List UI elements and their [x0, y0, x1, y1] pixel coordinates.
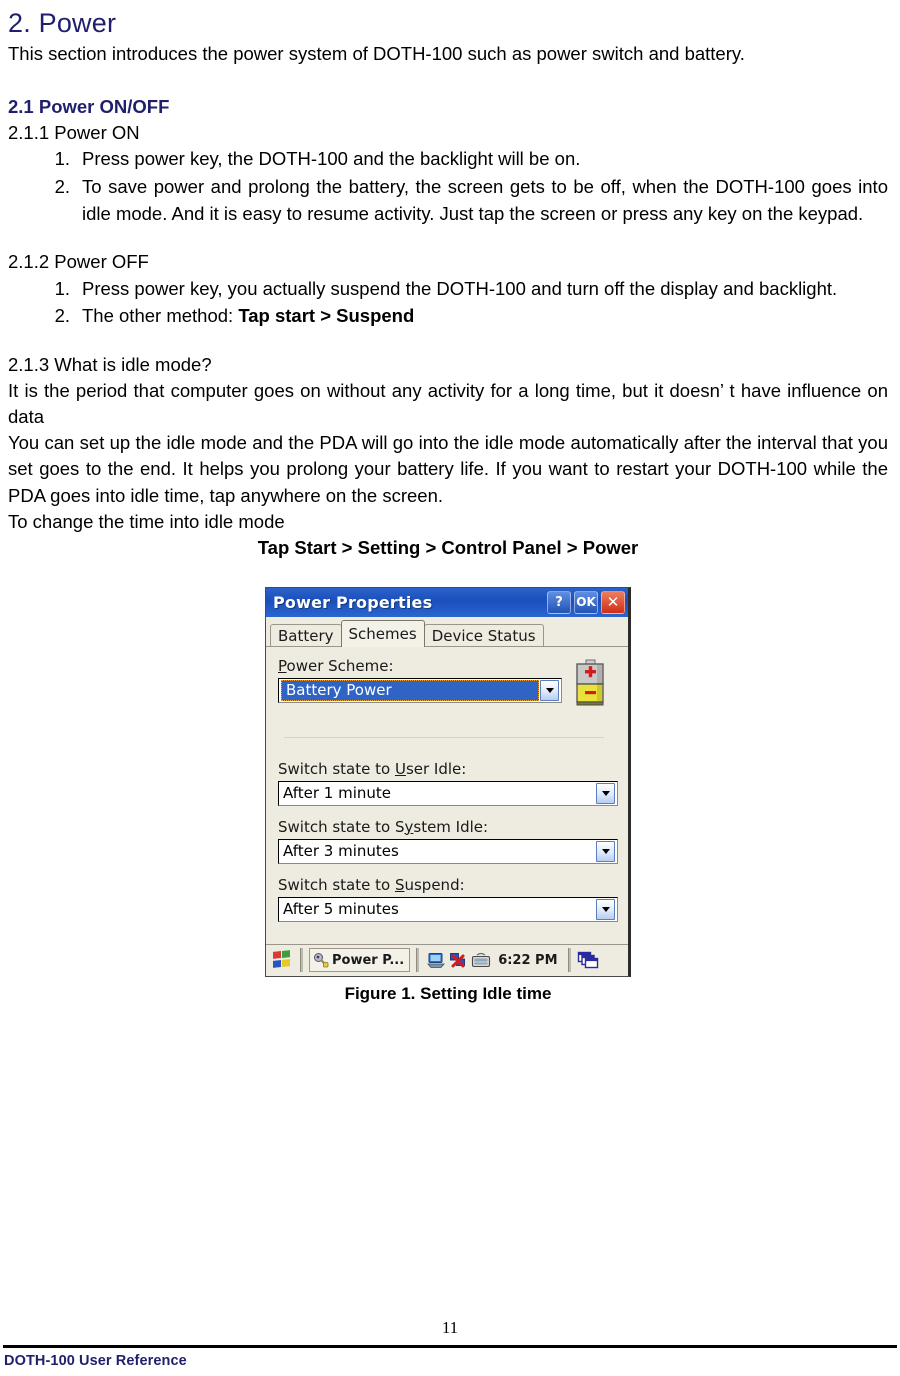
taskbar-clock[interactable]: 6:22 PM — [494, 953, 561, 968]
section-heading-power-onoff: 2.1 Power ON/OFF — [8, 95, 170, 117]
battery-icon — [562, 657, 618, 707]
power-off-list: Press power key, you actually suspend th… — [8, 276, 888, 330]
power-scheme-row: Power Scheme: Battery Power — [278, 657, 618, 707]
dialog-title-bar: Power Properties ? OK ✕ — [266, 587, 628, 617]
tab-schemes[interactable]: Schemes — [340, 619, 425, 647]
label-post: ower Scheme: — [286, 656, 394, 675]
power-scheme-combobox[interactable]: Battery Power — [278, 677, 562, 703]
page-title: 2. Power — [8, 8, 117, 38]
taskbar-divider — [567, 948, 571, 973]
suspend-value: After 5 minutes — [283, 900, 399, 919]
list-item: To save power and prolong the battery, t… — [42, 174, 888, 224]
taskbar-divider — [416, 948, 420, 973]
system-idle-combobox[interactable]: After 3 minutes — [278, 838, 618, 864]
taskbar-divider — [300, 948, 303, 973]
idle-mode-paragraph-2: You can set up the idle mode and the PDA… — [8, 432, 888, 506]
subsection-heading-power-on: 2.1.1 Power ON — [8, 121, 140, 143]
label-pre: Switch state to — [278, 875, 395, 894]
start-button[interactable] — [270, 948, 294, 972]
chevron-down-icon[interactable] — [596, 782, 615, 804]
footer-rule — [3, 1345, 897, 1348]
list-item-emphasis: Tap start > Suspend — [238, 305, 415, 327]
document-page: 2. Power This section introduces the pow… — [0, 0, 900, 1376]
label-post: stem Idle: — [413, 817, 489, 836]
figure-block: Power Properties ? OK ✕ Battery Schemes … — [8, 586, 888, 1004]
tab-strip: Battery Schemes Device Status — [266, 616, 628, 647]
section-divider — [284, 736, 604, 738]
dialog-title: Power Properties — [273, 592, 433, 612]
tab-battery[interactable]: Battery — [270, 623, 342, 647]
label-pre: Switch state to S — [278, 817, 405, 836]
user-idle-value: After 1 minute — [283, 784, 392, 803]
keyboard-sip-icon[interactable] — [471, 952, 491, 969]
chevron-down-icon[interactable] — [540, 679, 559, 701]
power-scheme-value: Battery Power — [281, 679, 539, 701]
power-properties-dialog: Power Properties ? OK ✕ Battery Schemes … — [265, 586, 631, 977]
system-tray: 6:22 PM — [425, 952, 561, 969]
subsection-heading-idle-mode: 2.1.3 What is idle mode? — [8, 353, 212, 375]
network-disconnected-icon[interactable] — [449, 952, 468, 969]
tab-panel-schemes: Power Scheme: Battery Power Switch state… — [266, 645, 628, 944]
label-post: ser Idle: — [405, 759, 467, 778]
user-idle-block: Switch state to User Idle: After 1 minut… — [278, 760, 618, 806]
system-idle-block: Switch state to System Idle: After 3 min… — [278, 818, 618, 864]
suspend-block: Switch state to Suspend: After 5 minutes — [278, 876, 618, 922]
tab-device-status[interactable]: Device Status — [423, 623, 544, 647]
label-post: uspend: — [404, 875, 465, 894]
label-pre: Switch state to — [278, 759, 395, 778]
subsection-heading-power-off: 2.1.2 Power OFF — [8, 251, 149, 273]
power-scheme-label: Power Scheme: — [278, 657, 562, 675]
idle-mode-paragraph-3: To change the time into idle mode — [8, 510, 285, 532]
power-on-list: Press power key, the DOTH-100 and the ba… — [8, 146, 888, 227]
suspend-combobox[interactable]: After 5 minutes — [278, 896, 618, 922]
windows-flag-icon — [273, 950, 290, 969]
page-number: 11 — [441, 1318, 459, 1337]
close-icon[interactable]: ✕ — [601, 590, 625, 614]
figure-caption: Figure 1. Setting Idle time — [344, 983, 552, 1003]
label-accelerator: P — [278, 656, 287, 675]
taskbar: Power P... 6:22 PM — [266, 943, 628, 976]
list-item-prefix: The other method: — [82, 305, 239, 327]
cascade-windows-icon[interactable] — [577, 951, 599, 970]
intro-paragraph: This section introduces the power system… — [8, 43, 745, 65]
navigation-path: Tap Start > Setting > Control Panel > Po… — [257, 536, 639, 558]
label-accelerator: U — [394, 759, 406, 778]
chevron-down-icon[interactable] — [596, 840, 615, 862]
system-idle-label: Switch state to System Idle: — [278, 818, 618, 836]
idle-mode-paragraph-1: It is the period that computer goes on w… — [8, 380, 888, 428]
desktop-icon[interactable] — [427, 952, 446, 969]
task-button-label: Power P... — [332, 952, 405, 968]
system-idle-value: After 3 minutes — [283, 842, 399, 861]
power-plug-icon — [314, 953, 329, 968]
user-idle-combobox[interactable]: After 1 minute — [278, 780, 618, 806]
suspend-label: Switch state to Suspend: — [278, 876, 618, 894]
help-button[interactable]: ? — [547, 590, 571, 614]
ok-button[interactable]: OK — [574, 590, 598, 614]
footer-text: DOTH-100 User Reference — [4, 1353, 187, 1369]
chevron-down-icon[interactable] — [596, 898, 615, 920]
task-button-power-properties[interactable]: Power P... — [309, 948, 411, 973]
list-item: Press power key, the DOTH-100 and the ba… — [42, 146, 581, 172]
list-item: The other method: Tap start > Suspend — [42, 303, 888, 330]
user-idle-label: Switch state to User Idle: — [278, 760, 618, 778]
list-item: Press power key, you actually suspend th… — [42, 276, 838, 302]
